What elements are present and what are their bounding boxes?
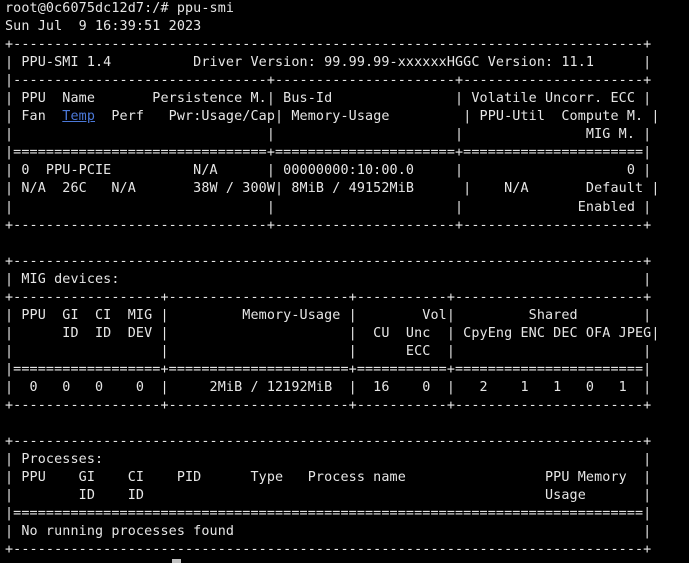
output-line: |=======================================… — [5, 506, 652, 522]
output-line: | N/A 26C N/A 38W / 300W| 8MiB / 49152Mi… — [5, 181, 660, 197]
output-line: +---------------------------------------… — [5, 542, 652, 558]
output-line: |-------------------------------+-------… — [5, 73, 652, 89]
output-line: +------------------+--------------------… — [5, 398, 652, 414]
output-line: | Processes: | — [5, 452, 652, 468]
output-line: | | | MIG M. | — [5, 127, 652, 143]
output-line: | ID ID Usage | — [5, 488, 652, 504]
output-line: | PPU GI CI MIG | Memory-Usage | Vol| Sh… — [5, 307, 652, 323]
output-line: +---------------------------------------… — [5, 434, 652, 450]
output-line: | No running processes found | — [5, 524, 652, 540]
command-prompt-line: root@0c6075dc12d7:/# ppu-smi — [5, 1, 235, 16]
output-line: +---------------------------------------… — [5, 253, 652, 269]
output-line: | PPU GI CI PID Type Process name PPU Me… — [5, 470, 652, 486]
output-line: +---------------------------------------… — [5, 37, 652, 53]
output-line: | ID ID DEV | | CU Unc | CpyEng ENC DEC … — [5, 325, 660, 341]
output-line: | | | ECC | | — [5, 343, 652, 359]
output-line: +-------------------------------+-------… — [5, 217, 652, 233]
terminal-window[interactable]: root@0c6075dc12d7:/# ppu-smi Sun Jul 9 1… — [0, 0, 689, 563]
output-line: |==================+====================… — [5, 361, 652, 377]
output-line: +------------------+--------------------… — [5, 289, 652, 305]
output-line: | | | Enabled | — [5, 199, 652, 215]
output-line: |===============================+=======… — [5, 145, 652, 161]
terminal-cursor — [172, 559, 181, 563]
output-line: | Fan Temp Perf Pwr:Usage/Cap| Memory-Us… — [5, 109, 660, 125]
output-line: | 0 PPU-PCIE N/A | 00000000:10:00.0 | 0 … — [5, 163, 652, 179]
temp-link[interactable]: Temp — [62, 109, 95, 124]
output-line: | PPU Name Persistence M.| Bus-Id | Vola… — [5, 91, 652, 107]
output-line: | MIG devices: | — [5, 271, 652, 287]
date-line: Sun Jul 9 16:39:51 2023 — [5, 19, 202, 35]
output-line: | PPU-SMI 1.4 Driver Version: 99.99.99-x… — [5, 55, 652, 71]
output-line: | 0 0 0 0 | 2MiB / 12192MiB | 16 0 | 2 1… — [5, 379, 652, 395]
terminal-output: root@0c6075dc12d7:/# ppu-smi Sun Jul 9 1… — [5, 0, 689, 559]
